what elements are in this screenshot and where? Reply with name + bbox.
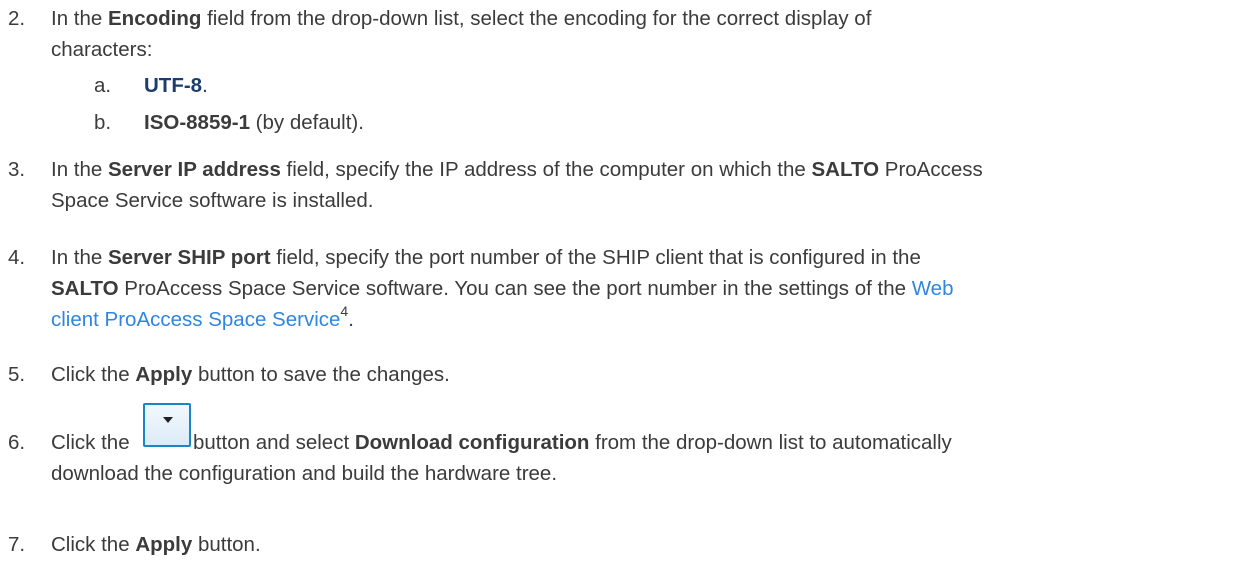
download-configuration-option: Download configuration bbox=[354, 431, 590, 454]
option-letter: b. bbox=[94, 111, 112, 134]
footnote-marker[interactable]: 4 bbox=[340, 303, 348, 319]
option-value: ISO-8859-1 bbox=[144, 111, 250, 134]
apply-button-label: Apply bbox=[135, 363, 193, 386]
step-number: 7. bbox=[8, 533, 26, 556]
step-number: 3. bbox=[8, 158, 26, 181]
web-client-link[interactable]: Web bbox=[912, 277, 954, 300]
apply-button-label: Apply bbox=[135, 533, 193, 556]
step-text-line: Click the bbox=[51, 431, 130, 454]
option-value: UTF-8 bbox=[144, 74, 203, 97]
web-client-link-continued[interactable]: client ProAccess Space Service bbox=[51, 308, 340, 331]
dropdown-button[interactable] bbox=[143, 403, 191, 447]
step-number: 2. bbox=[8, 7, 26, 30]
step-text-line: download the configuration and build the… bbox=[51, 462, 558, 485]
step-text-line: SALTO ProAccess Space Service software. … bbox=[51, 277, 954, 300]
field-name-server-ip: Server IP address bbox=[108, 158, 281, 181]
step-number: 5. bbox=[8, 363, 26, 386]
step-number: 6. bbox=[8, 431, 26, 454]
step-text-line: characters: bbox=[51, 38, 153, 61]
brand-name: SALTO bbox=[811, 158, 880, 181]
brand-name: SALTO bbox=[51, 277, 119, 300]
field-name-encoding: Encoding bbox=[108, 7, 202, 30]
step-text-line: In the Server IP address field, specify … bbox=[51, 158, 983, 181]
option-letter: a. bbox=[94, 74, 112, 97]
step-text-line: button and select Download configuration… bbox=[193, 431, 952, 454]
step-text-line: In the Server SHIP port field, specify t… bbox=[51, 246, 921, 269]
step-text-line: Click the Apply button to save the chang… bbox=[51, 363, 450, 386]
step-text-line: Click the Apply button. bbox=[51, 533, 261, 556]
step-text-line: Space Service software is installed. bbox=[51, 189, 374, 212]
chevron-down-icon bbox=[163, 417, 173, 423]
step-text-line: In the Encoding field from the drop-down… bbox=[51, 7, 872, 30]
field-name-ship-port: Server SHIP port bbox=[108, 246, 271, 269]
step-number: 4. bbox=[8, 246, 26, 269]
instruction-document: 2. In the Encoding field from the drop-d… bbox=[0, 0, 1257, 574]
step-text-line: client ProAccess Space Service4. bbox=[51, 303, 354, 331]
